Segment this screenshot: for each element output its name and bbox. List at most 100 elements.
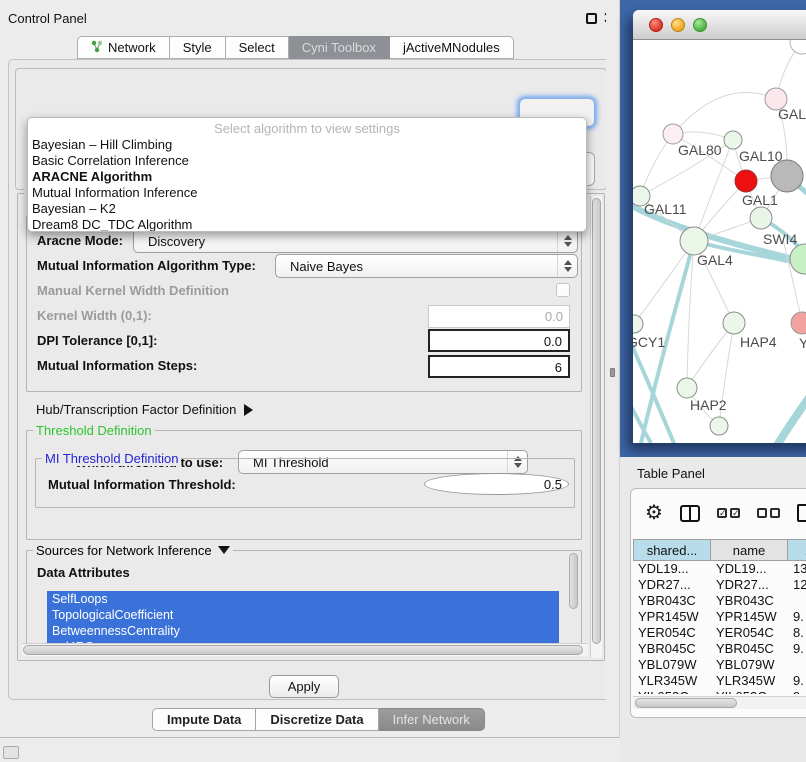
float-window-icon[interactable] bbox=[586, 13, 597, 24]
attribute-item[interactable]: BetweennessCentrality bbox=[47, 623, 559, 639]
network-node[interactable] bbox=[633, 315, 643, 333]
dropdown-placeholder: Select algorithm to view settings bbox=[28, 118, 586, 137]
divider-grip-icon[interactable] bbox=[610, 368, 615, 377]
deselect-all-icon[interactable] bbox=[757, 508, 780, 518]
dropdown-item[interactable]: Bayesian – Hill Climbing bbox=[28, 137, 586, 153]
tab-network[interactable]: Network bbox=[77, 36, 170, 59]
column-header[interactable]: A bbox=[788, 539, 806, 561]
algorithm-definition-group: Algorithm Definition Aracne Mode: Discov… bbox=[26, 216, 582, 392]
network-edge[interactable] bbox=[771, 378, 806, 443]
mi-threshold-field[interactable]: 0.5 bbox=[424, 473, 569, 495]
network-graph[interactable]: GALGAL80GAL10GAL11GAL1SWI4GAL4HAP4YGCY1H… bbox=[633, 40, 806, 443]
table-row[interactable]: YLR345WYLR345W9. bbox=[633, 673, 806, 689]
node-label: GAL bbox=[778, 106, 806, 122]
document-icon[interactable] bbox=[797, 504, 806, 522]
table-panel: Table Panel ⚙ ✓✓ shared...nameA YDL19...… bbox=[620, 457, 806, 762]
algorithm-dropdown-list[interactable]: Select algorithm to view settings Bayesi… bbox=[27, 117, 587, 232]
network-node[interactable] bbox=[723, 312, 745, 334]
minimize-traffic-light-icon[interactable] bbox=[671, 18, 685, 32]
network-icon bbox=[91, 40, 103, 56]
table-cell: 13 bbox=[788, 561, 806, 577]
network-node[interactable] bbox=[791, 312, 806, 334]
network-edge[interactable] bbox=[673, 92, 776, 134]
dropdown-items: Bayesian – Hill ClimbingBasic Correlatio… bbox=[28, 137, 586, 232]
table-cell: YDL19... bbox=[711, 561, 788, 577]
column-header[interactable]: shared... bbox=[633, 539, 711, 561]
network-node[interactable] bbox=[735, 170, 757, 192]
hub-definition-toggle[interactable]: Hub/Transcription Factor Definition bbox=[36, 402, 253, 417]
table-row[interactable]: YBR045CYBR045C9. bbox=[633, 641, 806, 657]
tab-discretize-data[interactable]: Discretize Data bbox=[256, 708, 378, 731]
table-cell: YER054C bbox=[711, 625, 788, 641]
table-cell: 9. bbox=[788, 609, 806, 625]
table-row[interactable]: YPR145WYPR145W9. bbox=[633, 609, 806, 625]
apply-button[interactable]: Apply bbox=[269, 675, 339, 698]
node-label: SWI4 bbox=[763, 231, 797, 247]
network-node[interactable] bbox=[680, 227, 708, 255]
attribute-item[interactable]: SelfLoops bbox=[47, 591, 559, 607]
node-label: GCY1 bbox=[633, 334, 665, 350]
settings-horizontal-scrollbar[interactable] bbox=[22, 643, 588, 656]
dropdown-item[interactable]: Basic Correlation Inference bbox=[28, 153, 586, 169]
select-all-icon[interactable]: ✓✓ bbox=[717, 508, 740, 518]
tab-infer-network[interactable]: Infer Network bbox=[379, 708, 485, 731]
close-traffic-light-icon[interactable] bbox=[649, 18, 663, 32]
attribute-item[interactable]: TopologicalCoefficient bbox=[47, 607, 559, 623]
network-node[interactable] bbox=[790, 244, 806, 274]
dpi-tolerance-field[interactable]: 0.0 bbox=[428, 329, 570, 352]
table-row[interactable]: YIL052CYIL052C9. bbox=[633, 689, 806, 694]
control-panel-titlebar: Control Panel ✕ bbox=[0, 6, 620, 32]
columns-icon[interactable] bbox=[680, 505, 700, 522]
manual-kernel-checkbox[interactable] bbox=[556, 283, 570, 297]
kernel-width-field[interactable]: 0.0 bbox=[428, 305, 570, 328]
table-cell: 8. bbox=[788, 625, 806, 641]
attributes-scrollbar[interactable] bbox=[569, 553, 578, 609]
network-node[interactable] bbox=[750, 207, 772, 229]
table-row[interactable]: YDR27...YDR27...12 bbox=[633, 577, 806, 593]
tab-cyni-toolbox[interactable]: Cyni Toolbox bbox=[289, 36, 390, 59]
network-node[interactable] bbox=[663, 124, 683, 144]
network-node[interactable] bbox=[710, 417, 728, 435]
dropdown-item[interactable]: Dream8 DC_TDC Algorithm bbox=[28, 217, 586, 232]
collapsed-panel-button[interactable] bbox=[3, 746, 19, 759]
mi-type-combobox[interactable]: Naive Bayes bbox=[275, 254, 578, 278]
network-node[interactable] bbox=[724, 131, 742, 149]
scrollbar-thumb[interactable] bbox=[635, 698, 737, 708]
settings-vertical-scrollbar[interactable] bbox=[590, 196, 602, 658]
table-row[interactable]: YDL19...YDL19...13 bbox=[633, 561, 806, 577]
network-edge[interactable] bbox=[634, 241, 694, 324]
network-node[interactable] bbox=[771, 160, 803, 192]
tab-style[interactable]: Style bbox=[170, 36, 226, 59]
sources-group-title[interactable]: Sources for Network Inference bbox=[33, 543, 233, 558]
zoom-traffic-light-icon[interactable] bbox=[693, 18, 707, 32]
tab-impute-data[interactable]: Impute Data bbox=[152, 708, 256, 731]
manual-kernel-label: Manual Kernel Width Definition bbox=[37, 283, 229, 298]
dropdown-item[interactable]: Mutual Information Inference bbox=[28, 185, 586, 201]
network-canvas[interactable]: GALGAL80GAL10GAL11GAL1SWI4GAL4HAP4YGCY1H… bbox=[633, 40, 806, 443]
network-node[interactable] bbox=[790, 40, 806, 54]
kernel-width-label: Kernel Width (0,1): bbox=[37, 308, 152, 323]
gear-icon[interactable]: ⚙ bbox=[645, 503, 663, 523]
scrollbar-thumb[interactable] bbox=[592, 198, 601, 644]
tab-jactivemnodules[interactable]: jActiveMNodules bbox=[390, 36, 514, 59]
split-pane-divider[interactable] bbox=[606, 0, 620, 737]
network-view-window[interactable]: GALGAL80GAL10GAL11GAL1SWI4GAL4HAP4YGCY1H… bbox=[633, 10, 806, 443]
table-row[interactable]: YBL079WYBL079W bbox=[633, 657, 806, 673]
column-header[interactable]: name bbox=[711, 539, 788, 561]
table-horizontal-scrollbar[interactable] bbox=[633, 696, 806, 709]
aracne-mode-combobox[interactable]: Discovery bbox=[133, 229, 578, 253]
table-row[interactable]: YBR043CYBR043C bbox=[633, 593, 806, 609]
dropdown-item[interactable]: ARACNE Algorithm bbox=[28, 169, 586, 185]
mi-threshold-definition-group: MI Threshold Definition Mutual Informati… bbox=[35, 458, 575, 508]
table-row[interactable]: YER054CYER054C8. bbox=[633, 625, 806, 641]
mi-steps-field[interactable]: 6 bbox=[428, 355, 570, 378]
tab-select[interactable]: Select bbox=[226, 36, 289, 59]
network-window-titlebar[interactable] bbox=[633, 10, 806, 40]
node-label: GAL1 bbox=[742, 192, 778, 208]
table-panel-title: Table Panel bbox=[637, 466, 705, 481]
table-cell: YDR27... bbox=[633, 577, 711, 593]
network-edge[interactable] bbox=[687, 323, 734, 388]
network-node[interactable] bbox=[677, 378, 697, 398]
scrollbar-thumb[interactable] bbox=[23, 645, 583, 655]
dropdown-item[interactable]: Bayesian – K2 bbox=[28, 201, 586, 217]
